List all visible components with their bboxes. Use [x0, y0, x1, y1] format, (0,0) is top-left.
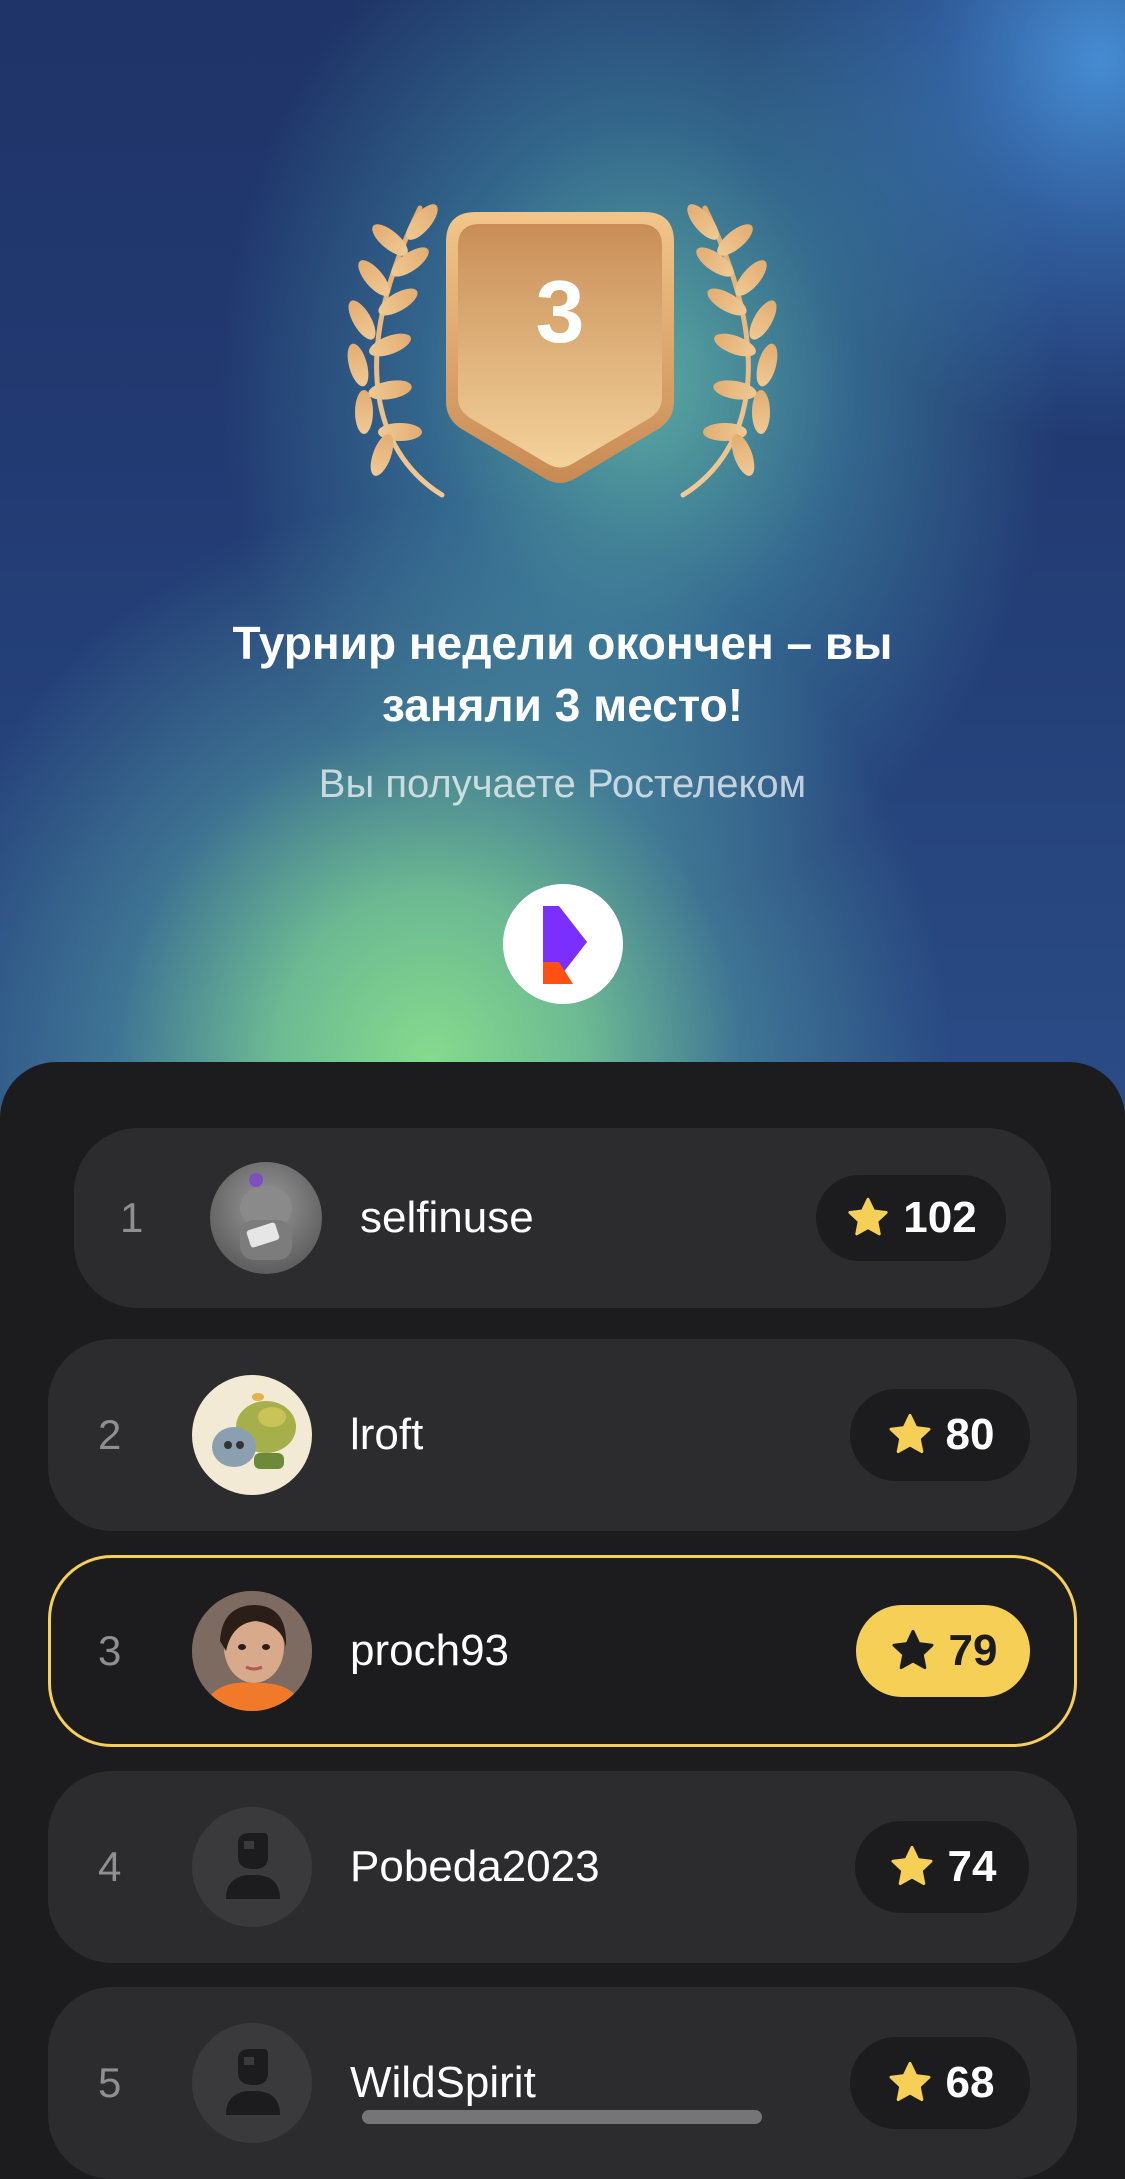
score-pill: 74	[855, 1821, 1029, 1913]
username: proch93	[350, 1626, 510, 1675]
leaderboard-row[interactable]: 2 lroft 80	[48, 1339, 1077, 1531]
leaderboard-sheet: 1 selfinuse 102 2 lroft 80 3 proch93 79 …	[0, 1062, 1125, 2179]
username: WildSpirit	[350, 2058, 536, 2107]
username: selfinuse	[360, 1193, 534, 1242]
rank-number: 1	[120, 1194, 144, 1241]
score-value: 80	[945, 1410, 995, 1459]
star-icon	[845, 1195, 891, 1241]
star-icon	[886, 1411, 934, 1459]
default-avatar-icon	[192, 2023, 312, 2143]
rank-number: 3	[98, 1627, 122, 1674]
result-title: Турнир недели окончен – вы заняли 3 мест…	[232, 617, 893, 731]
score-pill: 102	[816, 1175, 1006, 1261]
leaderboard-row[interactable]: 4 Pobeda2023 74	[48, 1771, 1077, 1963]
leaderboard-row-current-user[interactable]: 3 proch93 79	[48, 1555, 1077, 1747]
star-icon	[888, 1843, 936, 1891]
home-indicator[interactable]	[362, 2110, 762, 2124]
leaderboard-row[interactable]: 1 selfinuse 102	[74, 1128, 1051, 1308]
score-value: 74	[947, 1842, 997, 1891]
photo-avatar-icon	[210, 1162, 322, 1274]
star-icon	[889, 1627, 937, 1675]
reward-subtitle: Вы получаете Ростелеком	[318, 762, 807, 806]
leaderboard-row[interactable]: 5 WildSpirit 68	[48, 1987, 1077, 2179]
illustration-avatar-icon	[192, 1375, 312, 1495]
rank-number: 2	[98, 1411, 122, 1458]
score-value: 68	[945, 2058, 995, 2107]
default-avatar-icon	[192, 1807, 312, 1927]
rank-number: 5	[98, 2059, 122, 2106]
laurel-right-icon	[680, 204, 778, 498]
place-number: 3	[535, 262, 585, 361]
username: Pobeda2023	[350, 1842, 600, 1891]
rank-number: 4	[98, 1843, 122, 1890]
laurel-left-icon	[347, 204, 445, 498]
photo-avatar-icon	[192, 1591, 312, 1711]
rostelecom-logo-icon	[503, 884, 623, 1004]
score-pill: 80	[850, 1389, 1030, 1481]
score-pill: 68	[850, 2037, 1030, 2129]
score-value: 79	[948, 1626, 998, 1675]
score-pill: 79	[856, 1605, 1030, 1697]
star-icon	[886, 2059, 934, 2107]
score-value: 102	[903, 1193, 977, 1242]
username: lroft	[350, 1410, 424, 1459]
